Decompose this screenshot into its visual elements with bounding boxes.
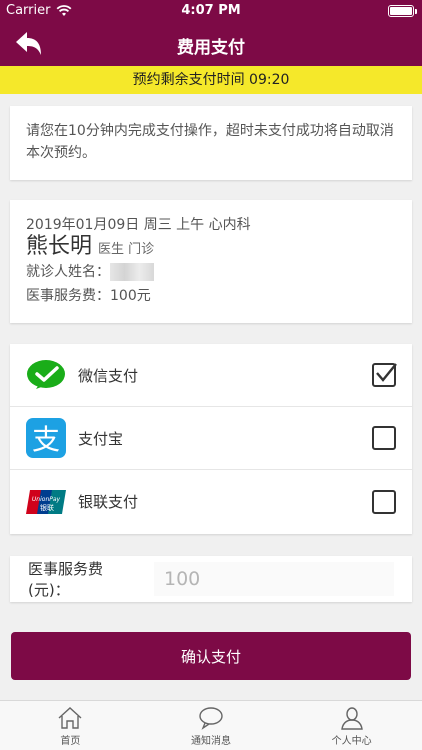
nav-bar: 费用支付 xyxy=(0,22,422,66)
tab-home-label: 首页 xyxy=(60,736,81,747)
user-icon xyxy=(340,707,363,730)
confirm-payment-button[interactable]: 确认支付 xyxy=(11,632,411,680)
payment-label-alipay: 支付宝 xyxy=(78,429,124,448)
wechat-icon xyxy=(26,355,66,395)
fee-input-card: 医事服务费(元)： xyxy=(10,556,412,602)
tab-messages-label: 通知消息 xyxy=(191,736,231,747)
svg-text:UnionPay: UnionPay xyxy=(32,496,61,503)
doctor-line: 熊长明 医生 门诊 xyxy=(26,234,396,260)
payment-label-wechat: 微信支付 xyxy=(78,366,139,385)
unionpay-icon: UnionPay 银联 xyxy=(26,482,66,522)
tab-profile-label: 个人中心 xyxy=(331,736,372,747)
checkbox-unionpay[interactable] xyxy=(372,489,396,514)
home-icon xyxy=(58,707,82,729)
tab-messages[interactable]: 通知消息 xyxy=(141,701,282,750)
svg-text:支: 支 xyxy=(32,423,60,456)
checkbox-alipay[interactable] xyxy=(372,426,396,450)
patient-label: 就诊人姓名： xyxy=(26,264,110,280)
checkbox-wechat[interactable] xyxy=(372,363,397,387)
tab-profile[interactable]: 个人中心 xyxy=(281,701,422,750)
notice-text: 请您在10分钟内完成支付操作，超时未支付成功将自动取消本次预约。 xyxy=(26,123,394,161)
page-title: 费用支付 xyxy=(177,38,245,58)
doctor-name: 熊长明 xyxy=(26,234,93,259)
svg-text:银联: 银联 xyxy=(40,503,54,512)
payment-label-unionpay: 银联支付 xyxy=(78,493,139,511)
fee-value: 100元 xyxy=(110,288,151,304)
clock: 4:07 PM xyxy=(181,3,241,18)
payment-methods-card: 微信支付 支 支付宝 UnionPay 银联 银联支付 xyxy=(10,344,412,534)
tab-bar: 首页 通知消息 个人中心 xyxy=(0,700,422,750)
fee-row: 医事服务费： 100元 xyxy=(26,284,396,308)
payment-timer-banner: 预约剩余支付时间 09:20 xyxy=(0,66,422,94)
tab-home[interactable]: 首页 xyxy=(0,701,141,750)
fee-input-label: 医事服务费(元)： xyxy=(28,560,104,599)
notice-card: 请您在10分钟内完成支付操作，超时未支付成功将自动取消本次预约。 xyxy=(10,106,412,180)
doctor-title: 医生 门诊 xyxy=(98,242,155,257)
status-bar: Carrier 4:07 PM xyxy=(0,0,422,22)
fee-label: 医事服务费： xyxy=(26,288,110,304)
battery-icon xyxy=(388,5,417,17)
patient-name-blurred xyxy=(110,263,154,281)
payment-option-unionpay[interactable]: UnionPay 银联 银联支付 xyxy=(10,470,412,533)
payment-option-alipay[interactable]: 支 支付宝 xyxy=(10,407,412,470)
message-icon xyxy=(199,707,223,730)
payment-option-wechat[interactable]: 微信支付 xyxy=(10,344,412,407)
appointment-card: 2019年01月09日 周三 上午 心内科 熊长明 医生 门诊 就诊人姓名： 医… xyxy=(10,200,412,323)
appointment-date: 2019年01月09日 周三 上午 心内科 xyxy=(26,217,251,233)
patient-row: 就诊人姓名： xyxy=(26,260,396,284)
alipay-icon: 支 xyxy=(26,418,66,458)
checkmark-icon xyxy=(376,363,397,382)
fee-input[interactable] xyxy=(154,562,394,596)
